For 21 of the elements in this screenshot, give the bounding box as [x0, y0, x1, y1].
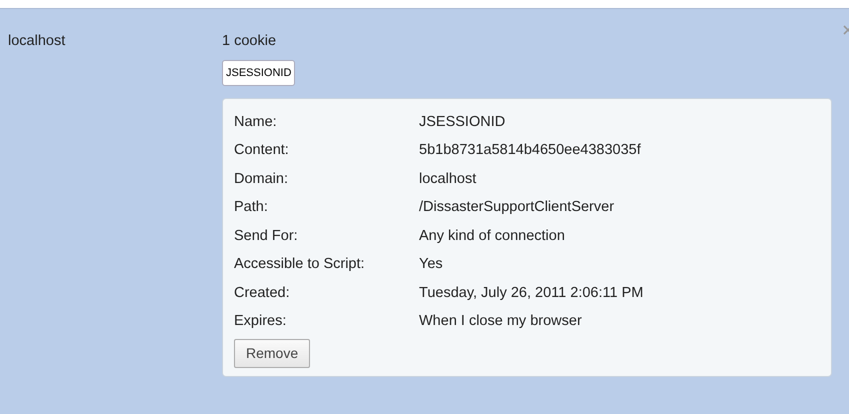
field-label: Content: — [234, 141, 290, 160]
field-label: Path: — [234, 198, 269, 218]
field-value: Any kind of connection — [419, 226, 565, 246]
field-label: Created: — [234, 284, 291, 303]
remove-button[interactable]: Remove — [234, 339, 310, 368]
field-value: /DissasterSupportClientServer — [419, 198, 614, 218]
cookie-chip[interactable]: JSESSIONID — [222, 60, 296, 86]
field-value: JSESSIONID — [419, 112, 506, 132]
field-label: Domain: — [234, 170, 289, 189]
cookie-count: 1 cookie — [222, 33, 276, 49]
field-value: Yes — [419, 255, 443, 274]
field-label: Send For: — [234, 226, 299, 246]
field-label: Accessible to Script: — [234, 255, 366, 274]
field-value: Tuesday, July 26, 2011 2:06:11 PM — [419, 284, 644, 303]
field-value: When I close my browser — [419, 312, 582, 332]
field-label: Expires: — [234, 312, 288, 332]
site-name: localhost — [8, 33, 66, 49]
field-value: 5b1b8731a5814b4650ee4383035f — [419, 141, 641, 160]
field-value: localhost — [419, 170, 476, 189]
close-icon[interactable] — [843, 24, 849, 36]
field-label: Name: — [234, 112, 278, 132]
